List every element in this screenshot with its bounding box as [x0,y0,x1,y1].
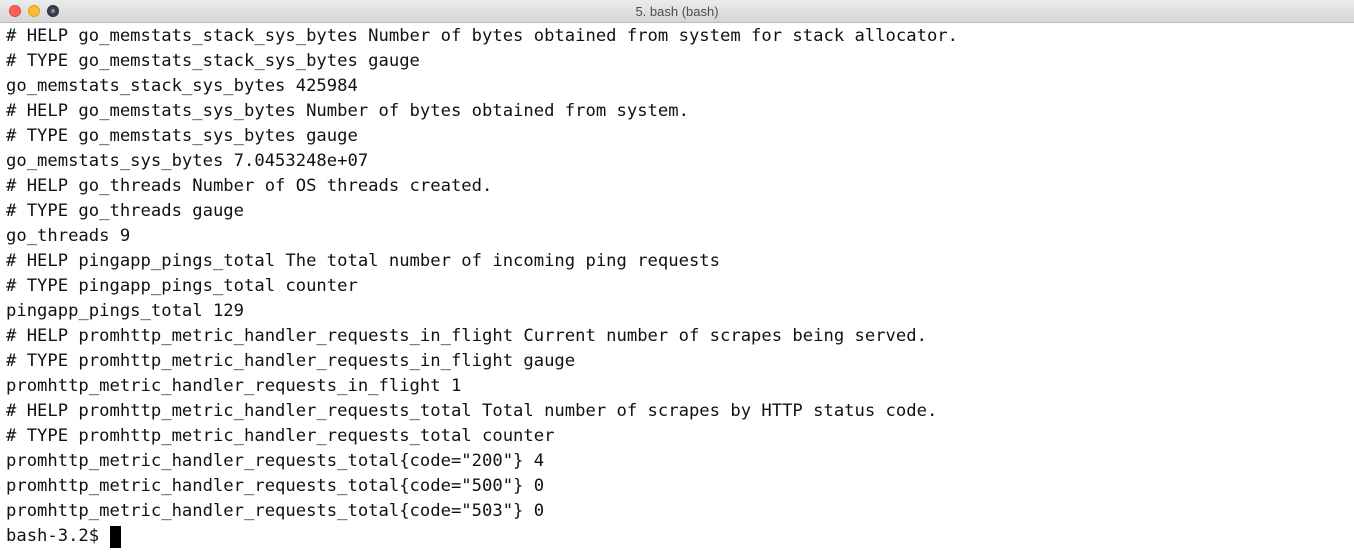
terminal-line: promhttp_metric_handler_requests_total{c… [6,476,545,496]
terminal-line: pingapp_pings_total 129 [6,301,244,321]
terminal-line: # HELP go_memstats_stack_sys_bytes Numbe… [6,26,958,46]
terminal-line: # TYPE pingapp_pings_total counter [6,276,358,296]
title-bar[interactable]: 5. bash (bash) [0,0,1354,23]
terminal-line: # HELP go_memstats_sys_bytes Number of b… [6,101,689,121]
minimize-window-button[interactable] [28,5,40,17]
terminal-window: 5. bash (bash) # HELP go_memstats_stack_… [0,0,1354,553]
terminal-line: promhttp_metric_handler_requests_in_flig… [6,376,462,396]
terminal-line: # TYPE go_threads gauge [6,201,244,221]
terminal-line: # HELP promhttp_metric_handler_requests_… [6,326,927,346]
terminal-line: # HELP pingapp_pings_total The total num… [6,251,720,271]
shell-prompt: bash-3.2$ [6,526,100,546]
terminal-line: promhttp_metric_handler_requests_total{c… [6,451,545,471]
terminal-line: # TYPE promhttp_metric_handler_requests_… [6,351,576,371]
close-window-button[interactable] [9,5,21,17]
terminal-line: go_memstats_sys_bytes 7.0453248e+07 [6,151,369,171]
zoom-window-button[interactable] [47,5,59,17]
text-cursor [110,525,122,548]
window-title: 5. bash (bash) [635,4,719,19]
terminal-line: # HELP promhttp_metric_handler_requests_… [6,401,938,421]
terminal-line: # HELP go_threads Number of OS threads c… [6,176,493,196]
terminal-output[interactable]: # HELP go_memstats_stack_sys_bytes Numbe… [6,24,1346,549]
terminal-line: go_threads 9 [6,226,131,246]
terminal-line: # TYPE promhttp_metric_handler_requests_… [6,426,555,446]
terminal-line: # TYPE go_memstats_stack_sys_bytes gauge [6,51,420,71]
terminal-line: promhttp_metric_handler_requests_total{c… [6,501,545,521]
terminal-line: # TYPE go_memstats_sys_bytes gauge [6,126,358,146]
terminal-line: go_memstats_stack_sys_bytes 425984 [6,76,358,96]
prompt-line[interactable]: bash-3.2$ [6,524,1346,549]
